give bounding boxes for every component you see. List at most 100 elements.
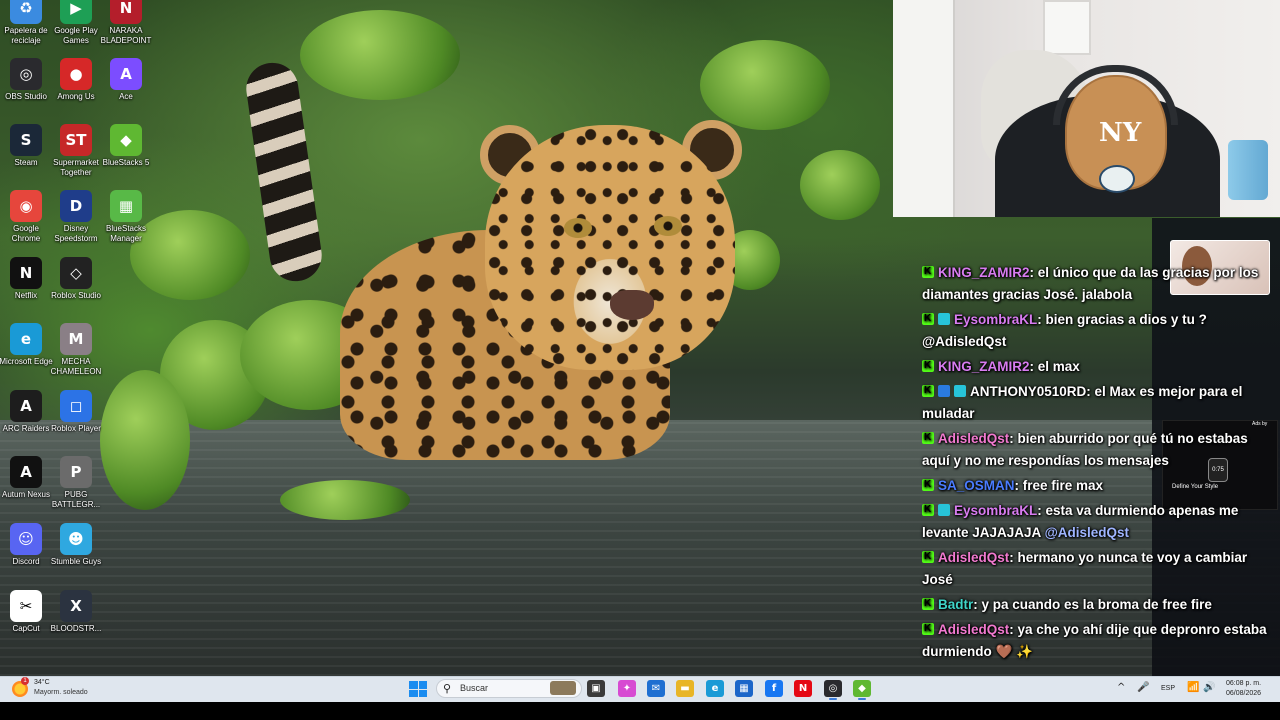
search-placeholder: Buscar [460,683,489,693]
desktop-icon-bsmanager[interactable]: ▦ BlueStacks Manager [98,190,154,244]
kick-badge-icon [922,546,934,568]
pubg-icon: P [60,456,92,488]
desktop-icon-steam[interactable]: S Steam [0,124,54,168]
chat-username[interactable]: AdisledQst [938,431,1009,446]
desktop-icon-ace[interactable]: A Ace [98,58,154,102]
desktop-icon-stumble[interactable]: ☻ Stumble Guys [48,523,104,567]
weather-notification-badge: 1 [21,677,29,685]
desktop-icon-robloxstudio[interactable]: ◇ Roblox Studio [48,257,104,301]
desktop-icon-naraka[interactable]: N NARAKA BLADEPOINT [98,0,154,46]
sub-badge-icon [938,313,950,325]
facebook-icon[interactable]: f [765,680,783,697]
desktop-icon-disney[interactable]: D Disney Speedstorm [48,190,104,244]
kick-badge-icon [922,474,934,496]
wifi-icon[interactable]: 📶 [1187,682,1199,693]
clock-time[interactable]: 06:08 p. m. [1226,680,1261,687]
discord-icon: ☺ [10,523,42,555]
chat-username[interactable]: SA_OSMAN [938,478,1015,493]
language-indicator[interactable]: ESP [1161,685,1175,692]
letterbox-bar [0,702,1280,720]
kick-badge-icon [922,262,934,283]
desktop-icon-label: Steam [14,158,38,167]
google-play-games-icon: ▶ [60,0,92,24]
chat-username[interactable]: Badtr [938,597,973,612]
desktop-icon-label: Papelera de reciclaje [4,26,48,45]
chat-username[interactable]: ANTHONY0510RD [970,384,1086,399]
bluestacks-manager-icon: ▦ [110,190,142,222]
chat-mention[interactable]: @AdisledQst [1045,525,1129,540]
bluestacks-icon[interactable]: ◆ [853,680,871,697]
chat-username[interactable]: EysombraKL [954,312,1037,327]
task-view-icon[interactable]: ▣ [587,680,605,697]
file-explorer-icon[interactable]: ▬ [676,680,694,697]
obs-icon[interactable]: ◎ [824,680,842,697]
webcam-feed: NY [893,0,1280,217]
desktop-icon-autumn[interactable]: A Autum Nexus [0,456,54,500]
weather-temperature[interactable]: 34°C [34,679,50,686]
chat-text: : el max [1029,359,1080,374]
windows-logo-quad [418,689,427,697]
jaguar-head [485,125,735,370]
weather-description[interactable]: Mayorm. soleado [34,689,88,696]
outlook-icon[interactable]: ✉ [647,680,665,697]
roblox-player-icon: ◻ [60,390,92,422]
desktop-icon-label: Supermarket Together [53,158,99,177]
windows-logo-quad [409,689,418,697]
running-indicator [829,698,837,700]
sub-badge-icon [954,385,966,397]
desktop-icon-discord[interactable]: ☺ Discord [0,523,54,567]
chat-username[interactable]: AdisledQst [938,550,1009,565]
clock-date[interactable]: 06/08/2026 [1226,690,1261,697]
desktop-icon-supermarket[interactable]: ST Supermarket Together [48,124,104,178]
jaguar-eye [654,216,682,236]
start-button[interactable] [409,681,427,697]
desktop-icon-netflix[interactable]: N Netflix [0,257,54,301]
chat-message: KING_ZAMIR2: el max [922,355,1280,378]
desktop-icon-chrome[interactable]: ◉ Google Chrome [0,190,54,244]
chat-username[interactable]: EysombraKL [954,503,1037,518]
volume-icon[interactable]: 🔊 [1203,682,1215,693]
desktop-icon-label: PUBG BATTLEGR... [51,490,101,509]
edge-icon[interactable]: e [706,680,724,697]
chat-username[interactable]: KING_ZAMIR2 [938,359,1030,374]
desktop-icon-capcut[interactable]: ✂ CapCut [0,590,54,634]
obs-icon: ◎ [10,58,42,90]
desktop-icon-pubg[interactable]: P PUBG BATTLEGR... [48,456,104,510]
desktop-icon-bluestacks5[interactable]: ◆ BlueStacks 5 [98,124,154,168]
wallpaper-leaf [700,40,830,130]
webcam-kettle [1228,140,1268,200]
desktop-icon-edge[interactable]: e Microsoft Edge [0,323,54,367]
desktop-icon-googleplay[interactable]: ▶ Google Play Games [48,0,104,46]
search-highlight-image[interactable] [550,681,576,695]
chat-message: AdisledQst: hermano yo nunca te voy a ca… [922,546,1280,591]
wallpaper-leaf [800,150,880,220]
autum-nexus-icon: A [10,456,42,488]
desktop-icon-label: Google Chrome [11,224,41,243]
copilot-icon[interactable]: ✦ [618,680,636,697]
desktop-icon-label: Disney Speedstorm [54,224,98,243]
desktop-icon-bloodstrike[interactable]: X BLOODSTR... [48,590,104,634]
chat-text: : free fire max [1014,478,1104,493]
among-us-icon: ● [60,58,92,90]
show-hidden-icons-chevron-icon[interactable]: ^ [1117,682,1125,693]
desktop-icon-robloxplayer[interactable]: ◻ Roblox Player [48,390,104,434]
desktop-icon-label: Microsoft Edge [0,357,53,366]
running-indicator [858,698,866,700]
desktop-icon-arc[interactable]: A ARC Raiders [0,390,54,434]
store-icon[interactable]: ▦ [735,680,753,697]
ace-icon: A [110,58,142,90]
desktop-icon-amongus[interactable]: ● Among Us [48,58,104,102]
jaguar-nose [610,290,654,320]
bluestacks-icon: ◆ [110,124,142,156]
microphone-icon[interactable]: 🎤 [1137,682,1149,693]
roblox-studio-icon: ◇ [60,257,92,289]
chat-text: : y pa cuando es la broma de free fire [973,597,1212,612]
supermarket-together-icon: ST [60,124,92,156]
netflix-icon[interactable]: N [794,680,812,697]
desktop-icon-obs[interactable]: ◎ OBS Studio [0,58,54,102]
desktop-icon-label: CapCut [12,624,40,633]
chat-username[interactable]: KING_ZAMIR2 [938,265,1030,280]
desktop-icon-mecha[interactable]: M MECHA CHAMELEON [48,323,104,377]
chat-username[interactable]: AdisledQst [938,622,1009,637]
desktop-icon-recycle[interactable]: ♻ Papelera de reciclaje [0,0,54,46]
